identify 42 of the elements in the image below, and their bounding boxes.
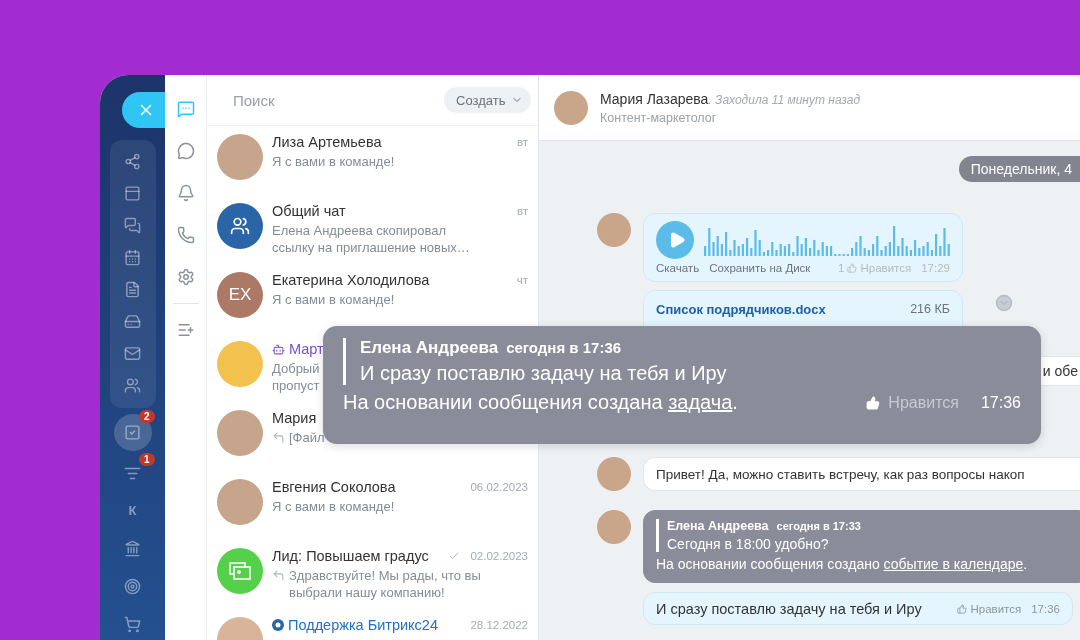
- chat-preview: Я с вами в команде!: [272, 153, 395, 170]
- message-time: 17:36: [980, 393, 1021, 412]
- chat-name: Евгения Соколова: [272, 479, 396, 495]
- chat-preview: Здравствуйте! Мы рады, что вы выбрали нашу компанию!: [289, 567, 481, 601]
- chat-name: Поддержка Битрикс24: [288, 617, 438, 633]
- count-badge: 2: [138, 409, 155, 423]
- message-text: и обе: [1042, 363, 1078, 379]
- chat-name: Общий чат: [272, 203, 346, 219]
- chat-time: 06.02.2023: [470, 481, 528, 493]
- chat-preview: Елена Андреева скопировал ссылку на приглашение новых…: [272, 222, 470, 256]
- initials-avatar: ЕХ: [217, 272, 263, 318]
- system-note: На основании сообщения создана задача.: [343, 391, 738, 414]
- chat-name: Мария: [272, 410, 317, 426]
- message-time: 17:29: [921, 262, 950, 274]
- system-note: На основании сообщения создано событие в календаре.: [656, 556, 1029, 572]
- message-time: сегодня в 17:33: [776, 520, 861, 532]
- chat-time: вт: [516, 205, 528, 217]
- message-time: сегодня в 17:36: [506, 339, 622, 356]
- quoted-text: Сегодня в 18:00 удобно?: [667, 536, 830, 552]
- chat-time: 02.02.2023: [470, 550, 528, 562]
- chat-preview: [Файл: [289, 429, 325, 446]
- chat-time: 28.12.2022: [470, 619, 528, 631]
- chat-name: Лид: Повышаем градус: [272, 548, 429, 564]
- author-name: Елена Андреева: [667, 519, 769, 533]
- chat-preview: Я с вами в команде!: [272, 498, 395, 515]
- date-label: Понедельник, 4: [958, 156, 1080, 182]
- chat-time: чт: [516, 274, 528, 286]
- count-badge: 1: [138, 453, 155, 467]
- chat-name: Лиза Артемьева: [272, 134, 382, 150]
- message-text: И сразу поставлю задачу на тебя и Иру: [656, 600, 922, 617]
- contact-role: Контент-маркетолог: [600, 111, 718, 125]
- chat-name: Екатерина Холодилова: [272, 272, 430, 288]
- file-size: 216 КБ: [910, 302, 950, 316]
- message-text: Привет! Да, можно ставить встречу, как раз вопросы накоп: [656, 466, 1025, 482]
- chat-preview: Добрый пропуст: [272, 360, 320, 394]
- chat-time: вт: [516, 136, 528, 148]
- quoted-text: И сразу поставлю задачу на тебя и Иру: [360, 362, 728, 385]
- chat-name: Март: [289, 341, 324, 357]
- contact-name-status: Мария Лазарева. Заходила 11 минут назад: [600, 90, 861, 108]
- chat-preview: Я с вами в команде!: [272, 291, 395, 308]
- message-time: 17:36: [1031, 602, 1060, 615]
- author-name: Елена Андреева: [360, 338, 499, 357]
